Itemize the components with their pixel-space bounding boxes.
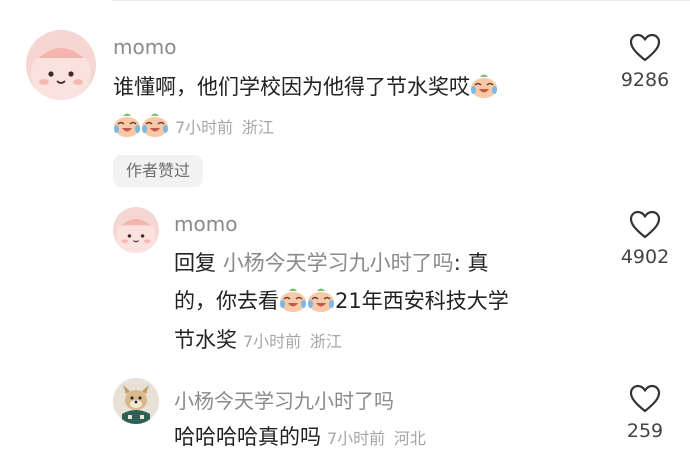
comment-time: 7小时前: [175, 118, 234, 137]
heart-outline-icon: [629, 33, 661, 62]
reply-prefix: 回复: [174, 251, 216, 275]
username[interactable]: 小杨今天学习九小时了吗: [174, 385, 394, 414]
comment-emoji-line: 7小时前 浙江: [113, 110, 274, 144]
author-liked-badge: 作者赞过: [113, 155, 204, 187]
comment-text: 哈哈哈哈真的吗 7小时前 河北: [174, 421, 426, 455]
avatar-face-icon: [116, 218, 156, 253]
avatar-momo[interactable]: [113, 207, 159, 253]
like-button[interactable]: 259: [614, 384, 676, 442]
laughing-crying-emoji: [114, 113, 140, 137]
like-count: 4902: [620, 246, 670, 268]
like-count: 259: [626, 420, 664, 442]
like-button[interactable]: 9286: [614, 33, 676, 91]
comment-body: 谁懂啊，他们学校因为他得了节水奖哎: [113, 75, 470, 99]
avatar-face-icon: [31, 48, 91, 100]
comment-body: 哈哈哈哈真的吗: [174, 425, 321, 449]
reply-text-part3: 21年西安科技大学: [335, 289, 509, 313]
comment-location: 浙江: [309, 332, 342, 351]
laughing-crying-emoji: [142, 113, 168, 137]
divider-line: [112, 0, 690, 1]
laughing-crying-emoji: [471, 74, 497, 98]
reply-text-part4: 节水奖: [174, 328, 237, 352]
dog-avatar-icon: [113, 378, 159, 424]
heart-outline-icon: [629, 384, 661, 413]
reply-line-2: 的，你去看 21年西安科技大学: [174, 285, 509, 318]
comment-time: 7小时前: [327, 429, 386, 448]
reply-line-3: 节水奖 7小时前 浙江: [174, 324, 342, 358]
reply-text-part1: : 真: [453, 251, 489, 275]
username[interactable]: momo: [113, 35, 176, 59]
heart-outline-icon: [629, 210, 661, 239]
comment-location: 河北: [393, 429, 426, 448]
laughing-crying-emoji: [308, 288, 334, 312]
comment-location: 浙江: [241, 118, 274, 137]
reply-target-username[interactable]: 小杨今天学习九小时了吗: [223, 251, 454, 275]
comment-time: 7小时前: [243, 332, 302, 351]
avatar-user[interactable]: [113, 378, 159, 424]
comment-text: 谁懂啊，他们学校因为他得了节水奖哎: [113, 71, 498, 104]
like-count: 9286: [620, 69, 670, 91]
laughing-crying-emoji: [280, 288, 306, 312]
username[interactable]: momo: [174, 212, 237, 236]
like-button[interactable]: 4902: [614, 210, 676, 268]
reply-line-1: 回复 小杨今天学习九小时了吗: 真: [174, 247, 488, 280]
reply-text-part2: 的，你去看: [174, 289, 279, 313]
avatar-momo[interactable]: [26, 30, 96, 100]
